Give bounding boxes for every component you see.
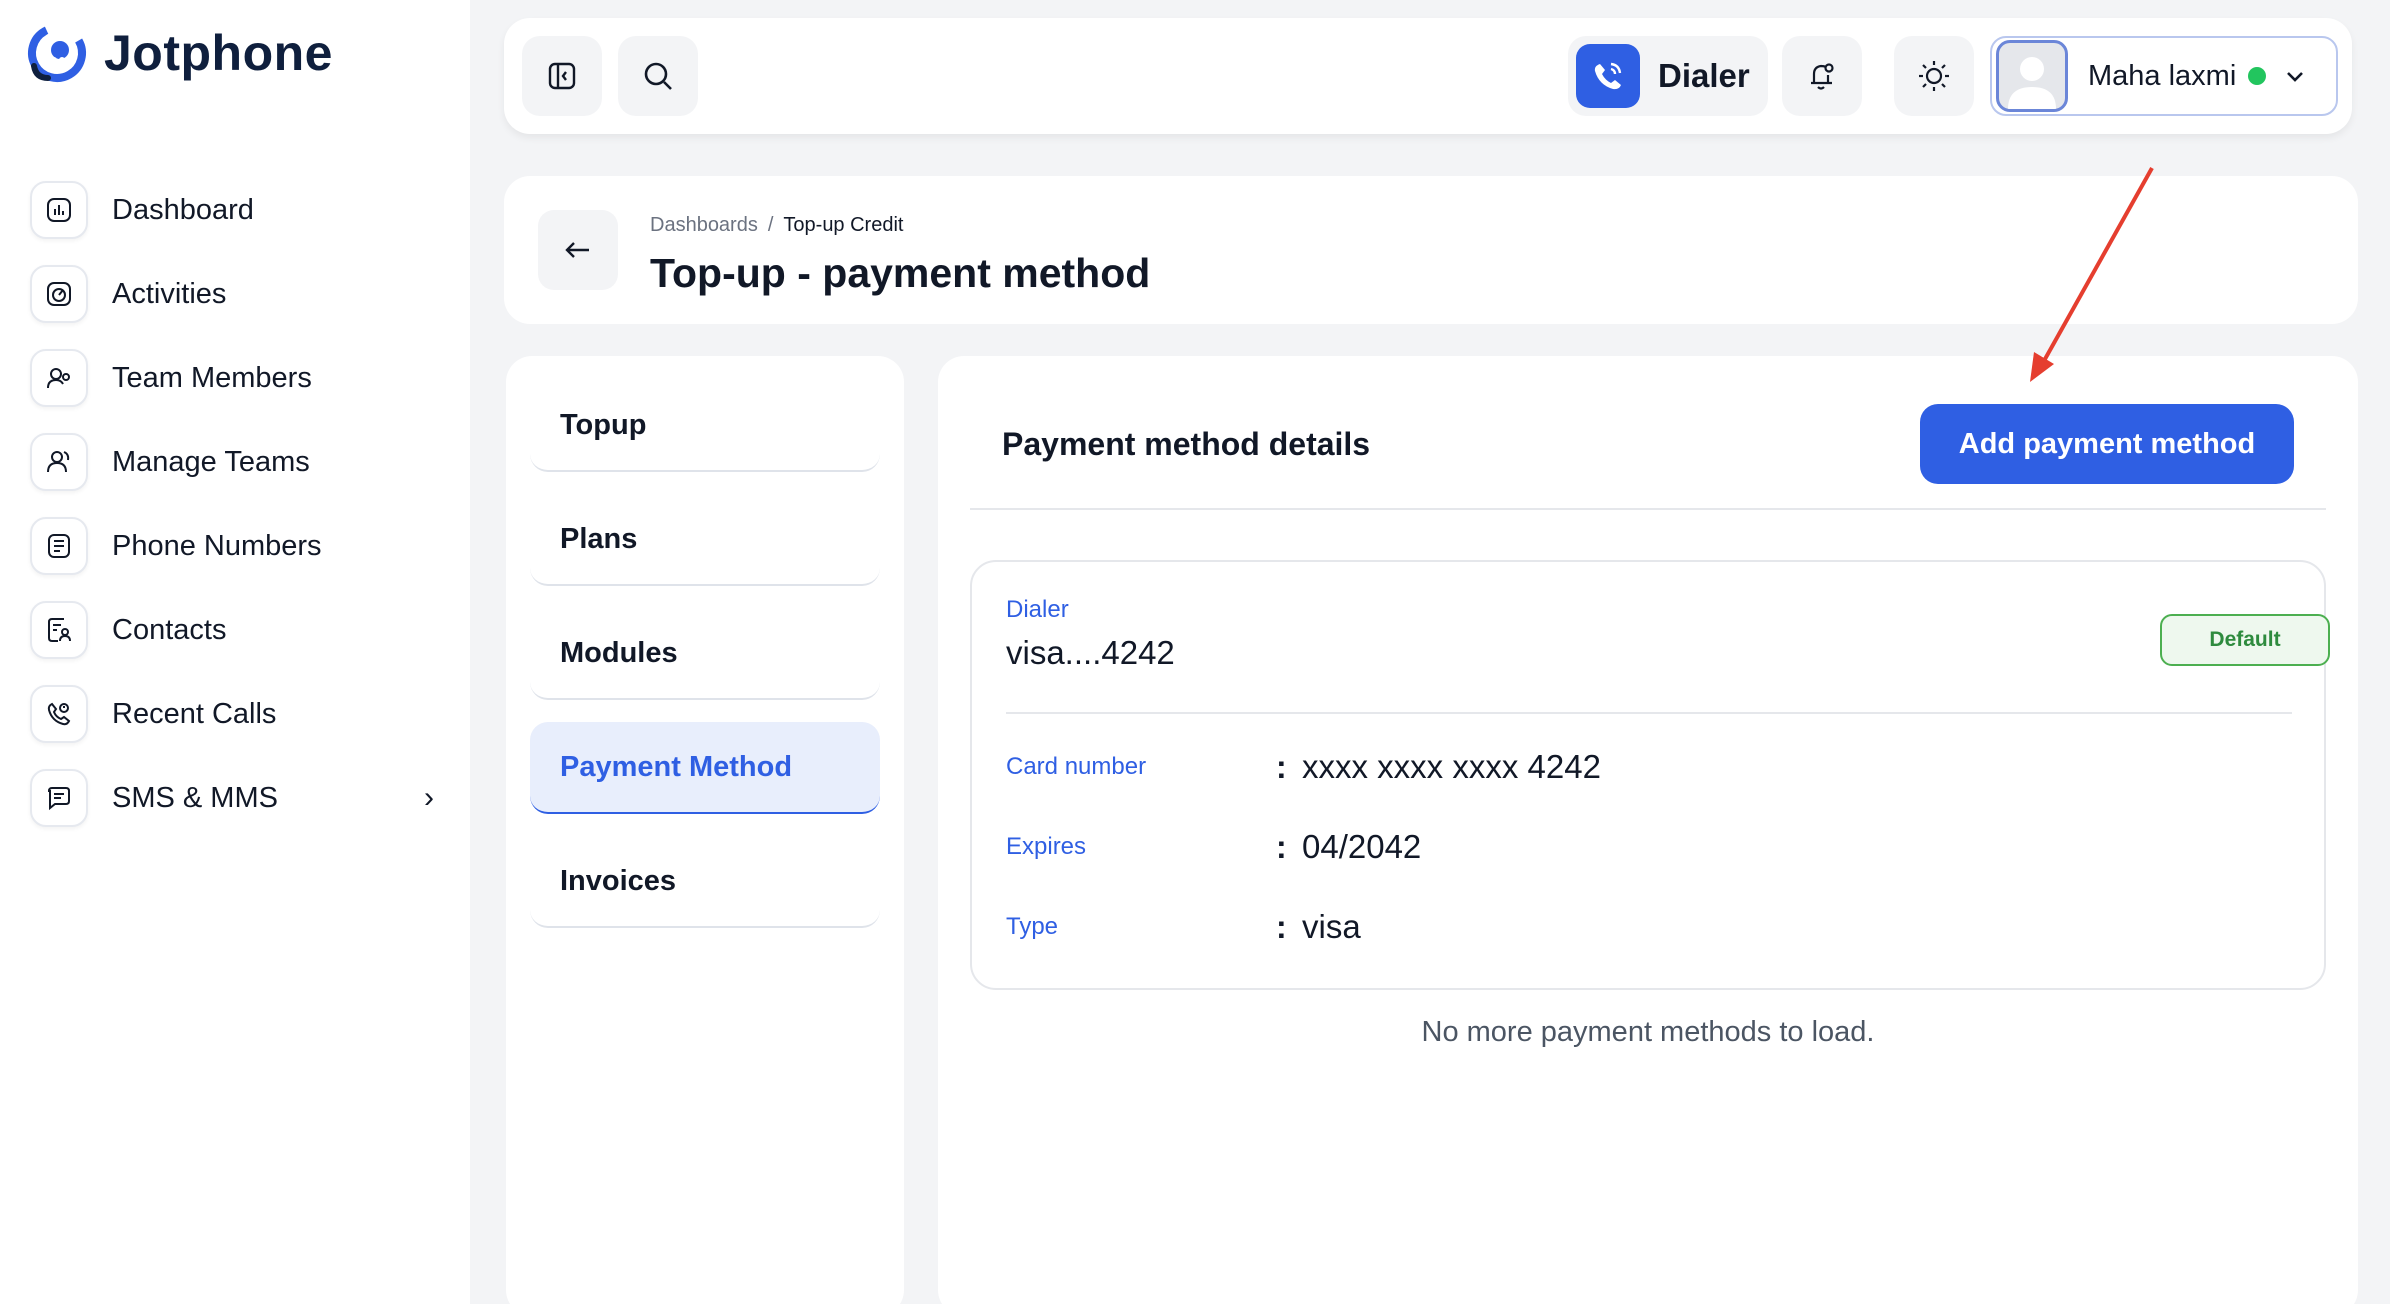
online-status-dot [2248,67,2267,85]
bell-icon [1811,63,1834,90]
type-row: Type : visa [1006,902,1361,952]
collapse-sidebar-button[interactable] [522,36,602,116]
phone-numbers-icon [30,517,88,575]
jotphone-logo-icon [27,23,86,82]
dialer-phone-icon [1576,44,1640,108]
detail-label: Expires [1006,833,1087,860]
default-badge: Default [2160,614,2330,666]
card-masked-number: visa....4242 [1006,634,1175,671]
card-number-row: Card number : xxxx xxxx xxxx 4242 [1006,742,1601,792]
sidebar-item-contacts[interactable]: Contacts [30,588,440,672]
user-placeholder-icon [2008,57,2056,109]
manage-teams-icon [30,433,88,491]
sun-icon [1919,61,1949,91]
sms-icon [30,769,88,827]
logo[interactable]: Jotphone [24,20,333,86]
sidebar-item-label: Manage Teams [112,445,310,478]
avatar [1996,40,2068,112]
back-button[interactable] [538,210,618,290]
breadcrumb-dashboards[interactable]: Dashboards [650,214,758,237]
detail-value: xxxx xxxx xxxx 4242 [1302,748,1601,785]
detail-value: visa [1302,908,1361,945]
card-brand-label: Dialer [1006,596,1069,623]
app-name: Jotphone [104,25,333,81]
chevron-down-icon [2287,72,2304,82]
page-title: Top-up - payment method [650,250,1151,296]
sidebar-item-sms-mms[interactable]: SMS & MMS › [30,756,440,840]
sidebar-item-label: Activities [112,277,227,310]
tab-payment-method[interactable]: Payment Method [530,722,880,814]
detail-separator: : [1276,748,1287,785]
dialer-label: Dialer [1658,57,1750,94]
dashboard-icon [30,181,88,239]
dialer-button[interactable]: Dialer [1568,36,1768,116]
detail-label: Type [1006,913,1059,940]
app-root: Jotphone Dashboard Activities Team Membe… [0,0,2390,1304]
search-icon [644,62,672,90]
sidebar-nav: Dashboard Activities Team Members Manage… [30,168,440,840]
sidebar-item-label: Phone Numbers [112,529,322,562]
divider [970,508,2326,510]
team-members-icon [30,349,88,407]
no-more-methods-text: No more payment methods to load. [1421,1016,1875,1048]
breadcrumb-separator: / [767,214,774,236]
expires-row: Expires : 04/2042 [1006,822,1421,872]
sidebar-toggle-icon [548,62,576,90]
breadcrumb: Dashboards / Top-up Credit [650,214,903,237]
sidebar-item-dashboard[interactable]: Dashboard [30,168,440,252]
notifications-button[interactable] [1782,36,1862,116]
topbar: Dialer Maha laxmi [504,18,2352,134]
topup-submenu: Topup Plans Modules Payment Method Invoi… [506,356,904,1304]
sidebar-item-label: SMS & MMS [112,781,278,814]
tab-invoices[interactable]: Invoices [530,836,880,928]
arrow-left-icon [565,242,589,258]
divider [1006,712,2292,714]
tab-topup[interactable]: Topup [530,380,880,472]
sidebar-item-recent-calls[interactable]: Recent Calls [30,672,440,756]
tab-modules[interactable]: Modules [530,608,880,700]
breadcrumb-current: Top-up Credit [783,214,904,236]
sidebar-item-label: Dashboard [112,193,254,226]
page-header: Dashboards / Top-up Credit Top-up - paym… [504,176,2358,324]
panel-title: Payment method details [1002,426,1371,462]
detail-label: Card number [1006,753,1147,780]
sidebar-item-label: Team Members [112,361,312,394]
theme-toggle-button[interactable] [1894,36,1974,116]
sidebar-item-label: Contacts [112,613,227,646]
detail-separator: : [1276,828,1287,865]
payment-method-panel: Payment method details Add payment metho… [938,356,2358,1304]
user-name: Maha laxmi [2088,59,2237,92]
search-button[interactable] [618,36,698,116]
sidebar-item-label: Recent Calls [112,697,277,730]
sidebar-item-manage-teams[interactable]: Manage Teams [30,420,440,504]
tab-plans[interactable]: Plans [530,494,880,586]
add-payment-method-button[interactable]: Add payment method [1920,404,2294,484]
sidebar-item-activities[interactable]: Activities [30,252,440,336]
recent-calls-icon [30,685,88,743]
contacts-icon [30,601,88,659]
chevron-right-icon[interactable]: › [424,781,434,815]
sidebar-item-phone-numbers[interactable]: Phone Numbers [30,504,440,588]
activities-icon [30,265,88,323]
sidebar: Jotphone Dashboard Activities Team Membe… [0,0,470,1304]
detail-separator: : [1276,908,1287,945]
sidebar-item-team-members[interactable]: Team Members [30,336,440,420]
user-menu[interactable]: Maha laxmi [1990,36,2338,116]
payment-card[interactable]: Dialer visa....4242 Default Card number … [970,560,2330,990]
detail-value: 04/2042 [1302,828,1422,865]
